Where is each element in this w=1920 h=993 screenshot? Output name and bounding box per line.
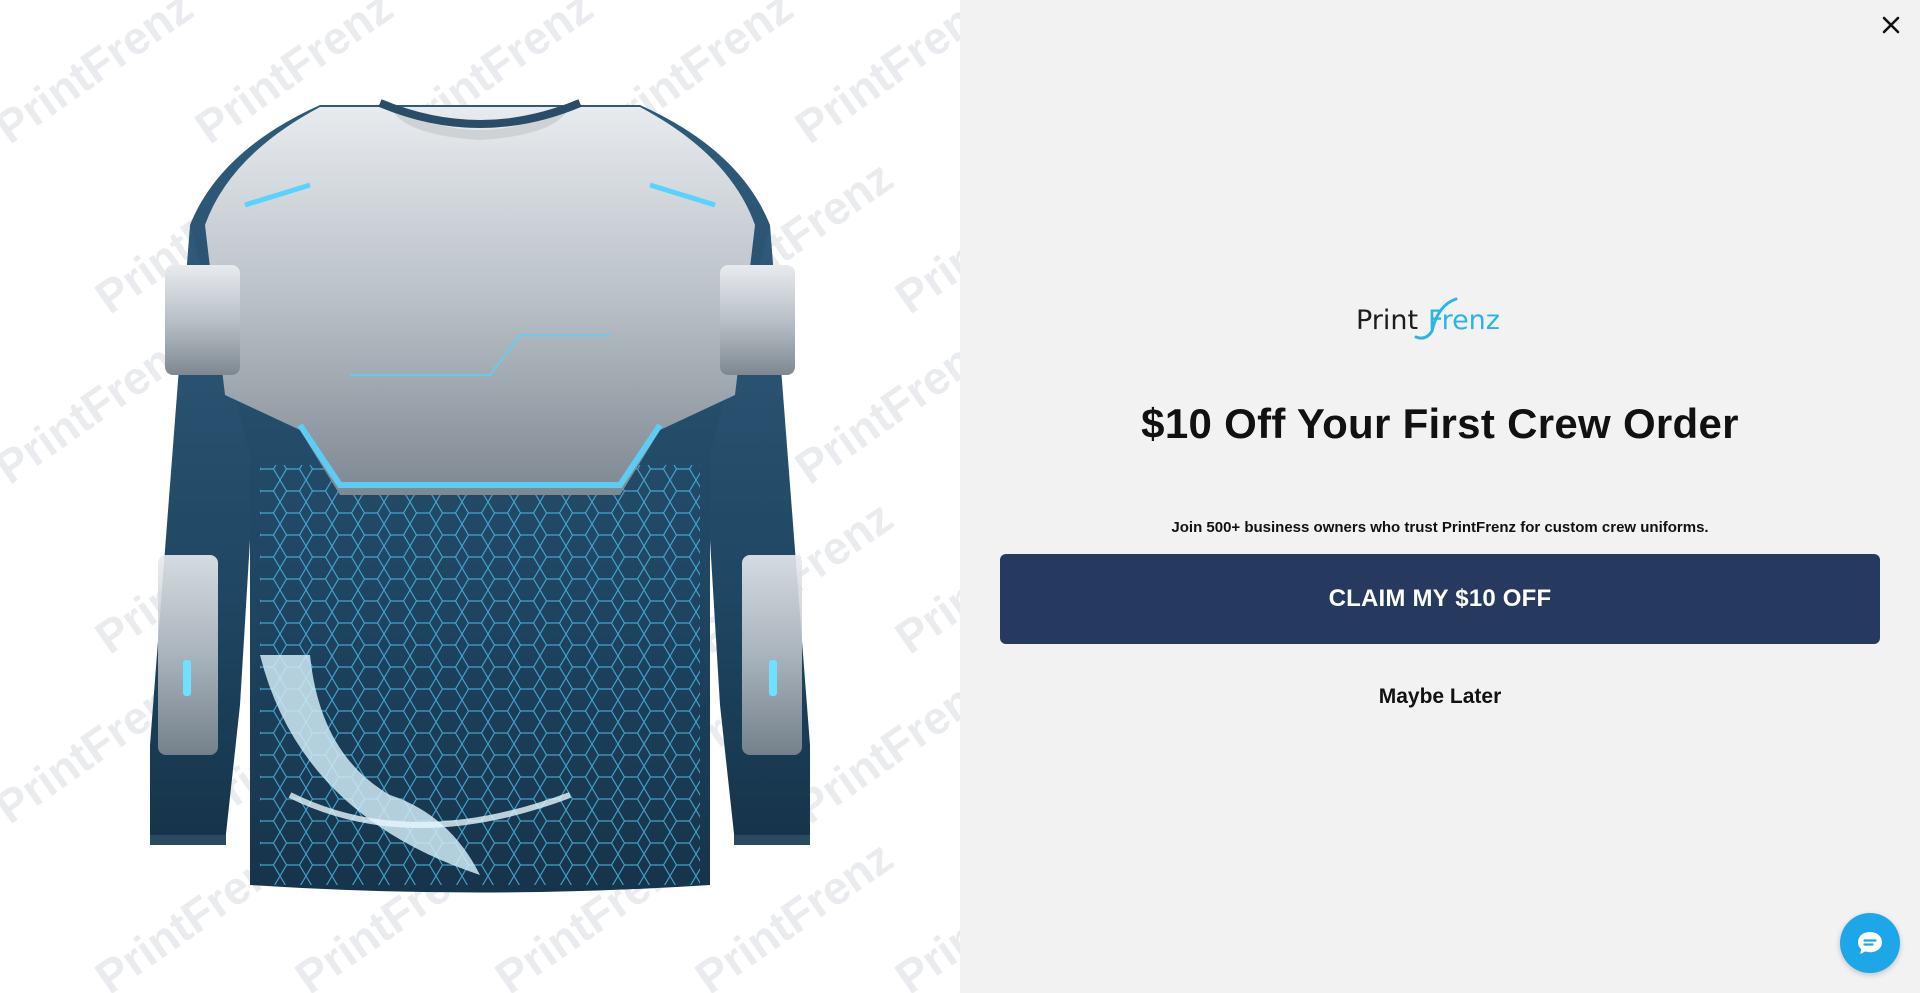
watermark-text: PrintFrenz [885, 830, 960, 993]
claim-offer-button[interactable]: CLAIM MY $10 OFF [1000, 554, 1880, 644]
watermark-text: PrintFrenz [785, 660, 960, 834]
chat-widget-button[interactable] [1840, 913, 1900, 973]
watermark-text: PrintFrenz [885, 150, 960, 324]
close-button[interactable] [1876, 10, 1906, 40]
logo-text-print: Print [1356, 305, 1418, 336]
chat-icon [1858, 932, 1882, 954]
maybe-later-button[interactable]: Maybe Later [960, 685, 1920, 709]
product-image-panel: PrintFrenz PrintFrenz PrintFrenz PrintFrenz… [0, 0, 960, 993]
product-image [150, 99, 810, 893]
watermark-text: PrintFrenz [885, 490, 960, 664]
watermark-text: PrintFrenz [785, 320, 960, 494]
watermark-text: PrintFrenz [785, 0, 960, 154]
close-icon [1882, 16, 1900, 34]
offer-modal: Print Frenz $10 Off Your First Crew Orde… [960, 0, 1920, 993]
logo-text-frenz: Frenz [1428, 305, 1500, 336]
printfrenz-logo: Print Frenz [1356, 297, 1500, 340]
offer-subtext: Join 500+ business owners who trust Prin… [1171, 519, 1709, 536]
offer-headline: $10 Off Your First Crew Order [1141, 400, 1739, 447]
